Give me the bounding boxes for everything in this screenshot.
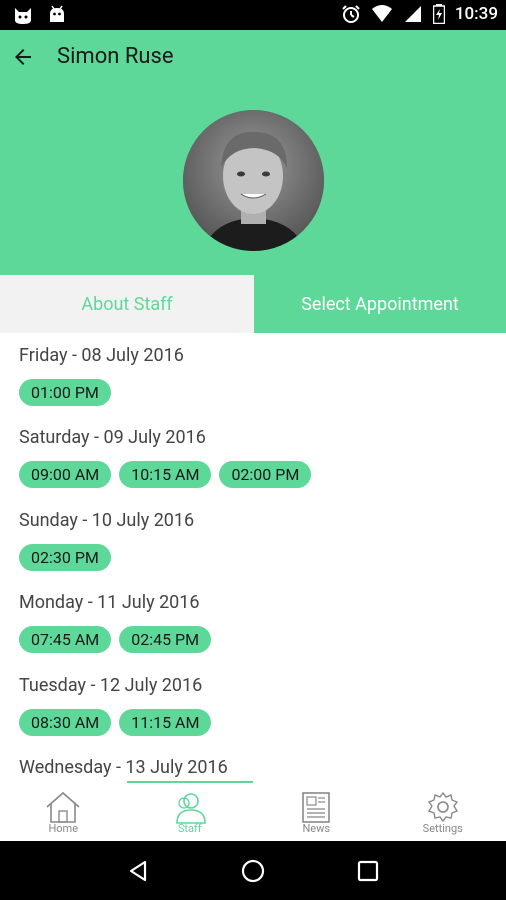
time-slot-button[interactable]: 02:45 PM	[119, 626, 212, 653]
nav-settings[interactable]: Settings	[380, 788, 506, 841]
staff-header: Simon Ruse	[0, 30, 506, 275]
time-slot-row: 02:30 PM	[19, 544, 111, 571]
time-slot-button[interactable]: 10:15 AM	[119, 461, 212, 488]
system-icons: 10:39	[341, 4, 498, 24]
time-slot-row: 09:00 AM 10:15 AM 02:00 PM	[19, 461, 312, 488]
day-heading: Friday - 08 July 2016	[19, 345, 184, 366]
nav-news-label: News	[302, 822, 331, 835]
nav-home[interactable]: Home	[0, 788, 127, 841]
nav-staff[interactable]: Staff	[127, 788, 254, 841]
clock: 10:39	[454, 4, 498, 24]
appointment-list[interactable]: Friday - 08 July 2016 01:00 PM Saturday …	[0, 333, 506, 788]
android-notification-icon	[50, 5, 64, 22]
time-slot-button[interactable]: 01:00 PM	[19, 379, 111, 406]
nav-news[interactable]: News	[253, 788, 380, 841]
time-slot-button[interactable]: 07:45 AM	[19, 626, 112, 653]
battery-icon	[432, 4, 445, 24]
tab-about-staff[interactable]: About Staff	[0, 275, 254, 333]
system-back-button[interactable]	[118, 851, 158, 891]
back-button[interactable]	[8, 42, 38, 72]
nav-home-label: Home	[48, 822, 79, 835]
day-heading: Tuesday - 12 July 2016	[19, 675, 203, 696]
day-heading: Monday - 11 July 2016	[19, 592, 200, 613]
staff-icon	[175, 793, 206, 824]
signal-icon	[404, 6, 421, 22]
system-navigation-bar	[0, 841, 506, 900]
time-slot-button[interactable]: 02:00 PM	[219, 461, 312, 488]
triangle-back-icon	[129, 860, 146, 881]
time-slot-button[interactable]: 09:00 AM	[19, 461, 112, 488]
system-recents-button[interactable]	[348, 851, 388, 891]
day-heading: Sunday - 10 July 2016	[19, 510, 195, 531]
cat-notification-icon	[15, 8, 31, 24]
time-slot-row: 01:00 PM	[19, 379, 111, 406]
staff-avatar	[183, 110, 324, 251]
nav-staff-label: Staff	[177, 822, 202, 835]
square-recents-icon	[358, 860, 379, 881]
tab-select-appointment[interactable]: Select Appointment	[254, 275, 506, 333]
time-slot-row: 08:30 AM 11:15 AM	[19, 709, 212, 736]
news-icon	[302, 792, 331, 823]
scroll-indicator	[127, 781, 253, 783]
day-heading: Wednesday - 13 July 2016	[19, 757, 228, 778]
wifi-icon	[371, 5, 392, 22]
time-slot-row: 07:45 AM 02:45 PM	[19, 626, 212, 653]
page-title: Simon Ruse	[57, 44, 174, 69]
tab-bar: About Staff Select Appointment	[0, 275, 506, 333]
settings-icon	[427, 791, 458, 823]
notification-icons	[12, 4, 68, 26]
status-bar: 10:39	[0, 0, 506, 30]
time-slot-button[interactable]: 02:30 PM	[19, 544, 111, 571]
time-slot-button[interactable]: 08:30 AM	[19, 709, 112, 736]
bottom-navigation: Home Staff News Settings	[0, 788, 506, 841]
staff-photo	[183, 110, 324, 251]
time-slot-button[interactable]: 11:15 AM	[119, 709, 212, 736]
circle-home-icon	[241, 859, 265, 882]
alarm-icon	[342, 5, 360, 23]
arrow-back-icon	[15, 49, 31, 65]
day-heading: Saturday - 09 July 2016	[19, 427, 206, 448]
home-icon	[46, 791, 80, 823]
system-home-button[interactable]	[233, 851, 273, 891]
nav-settings-label: Settings	[422, 822, 463, 835]
